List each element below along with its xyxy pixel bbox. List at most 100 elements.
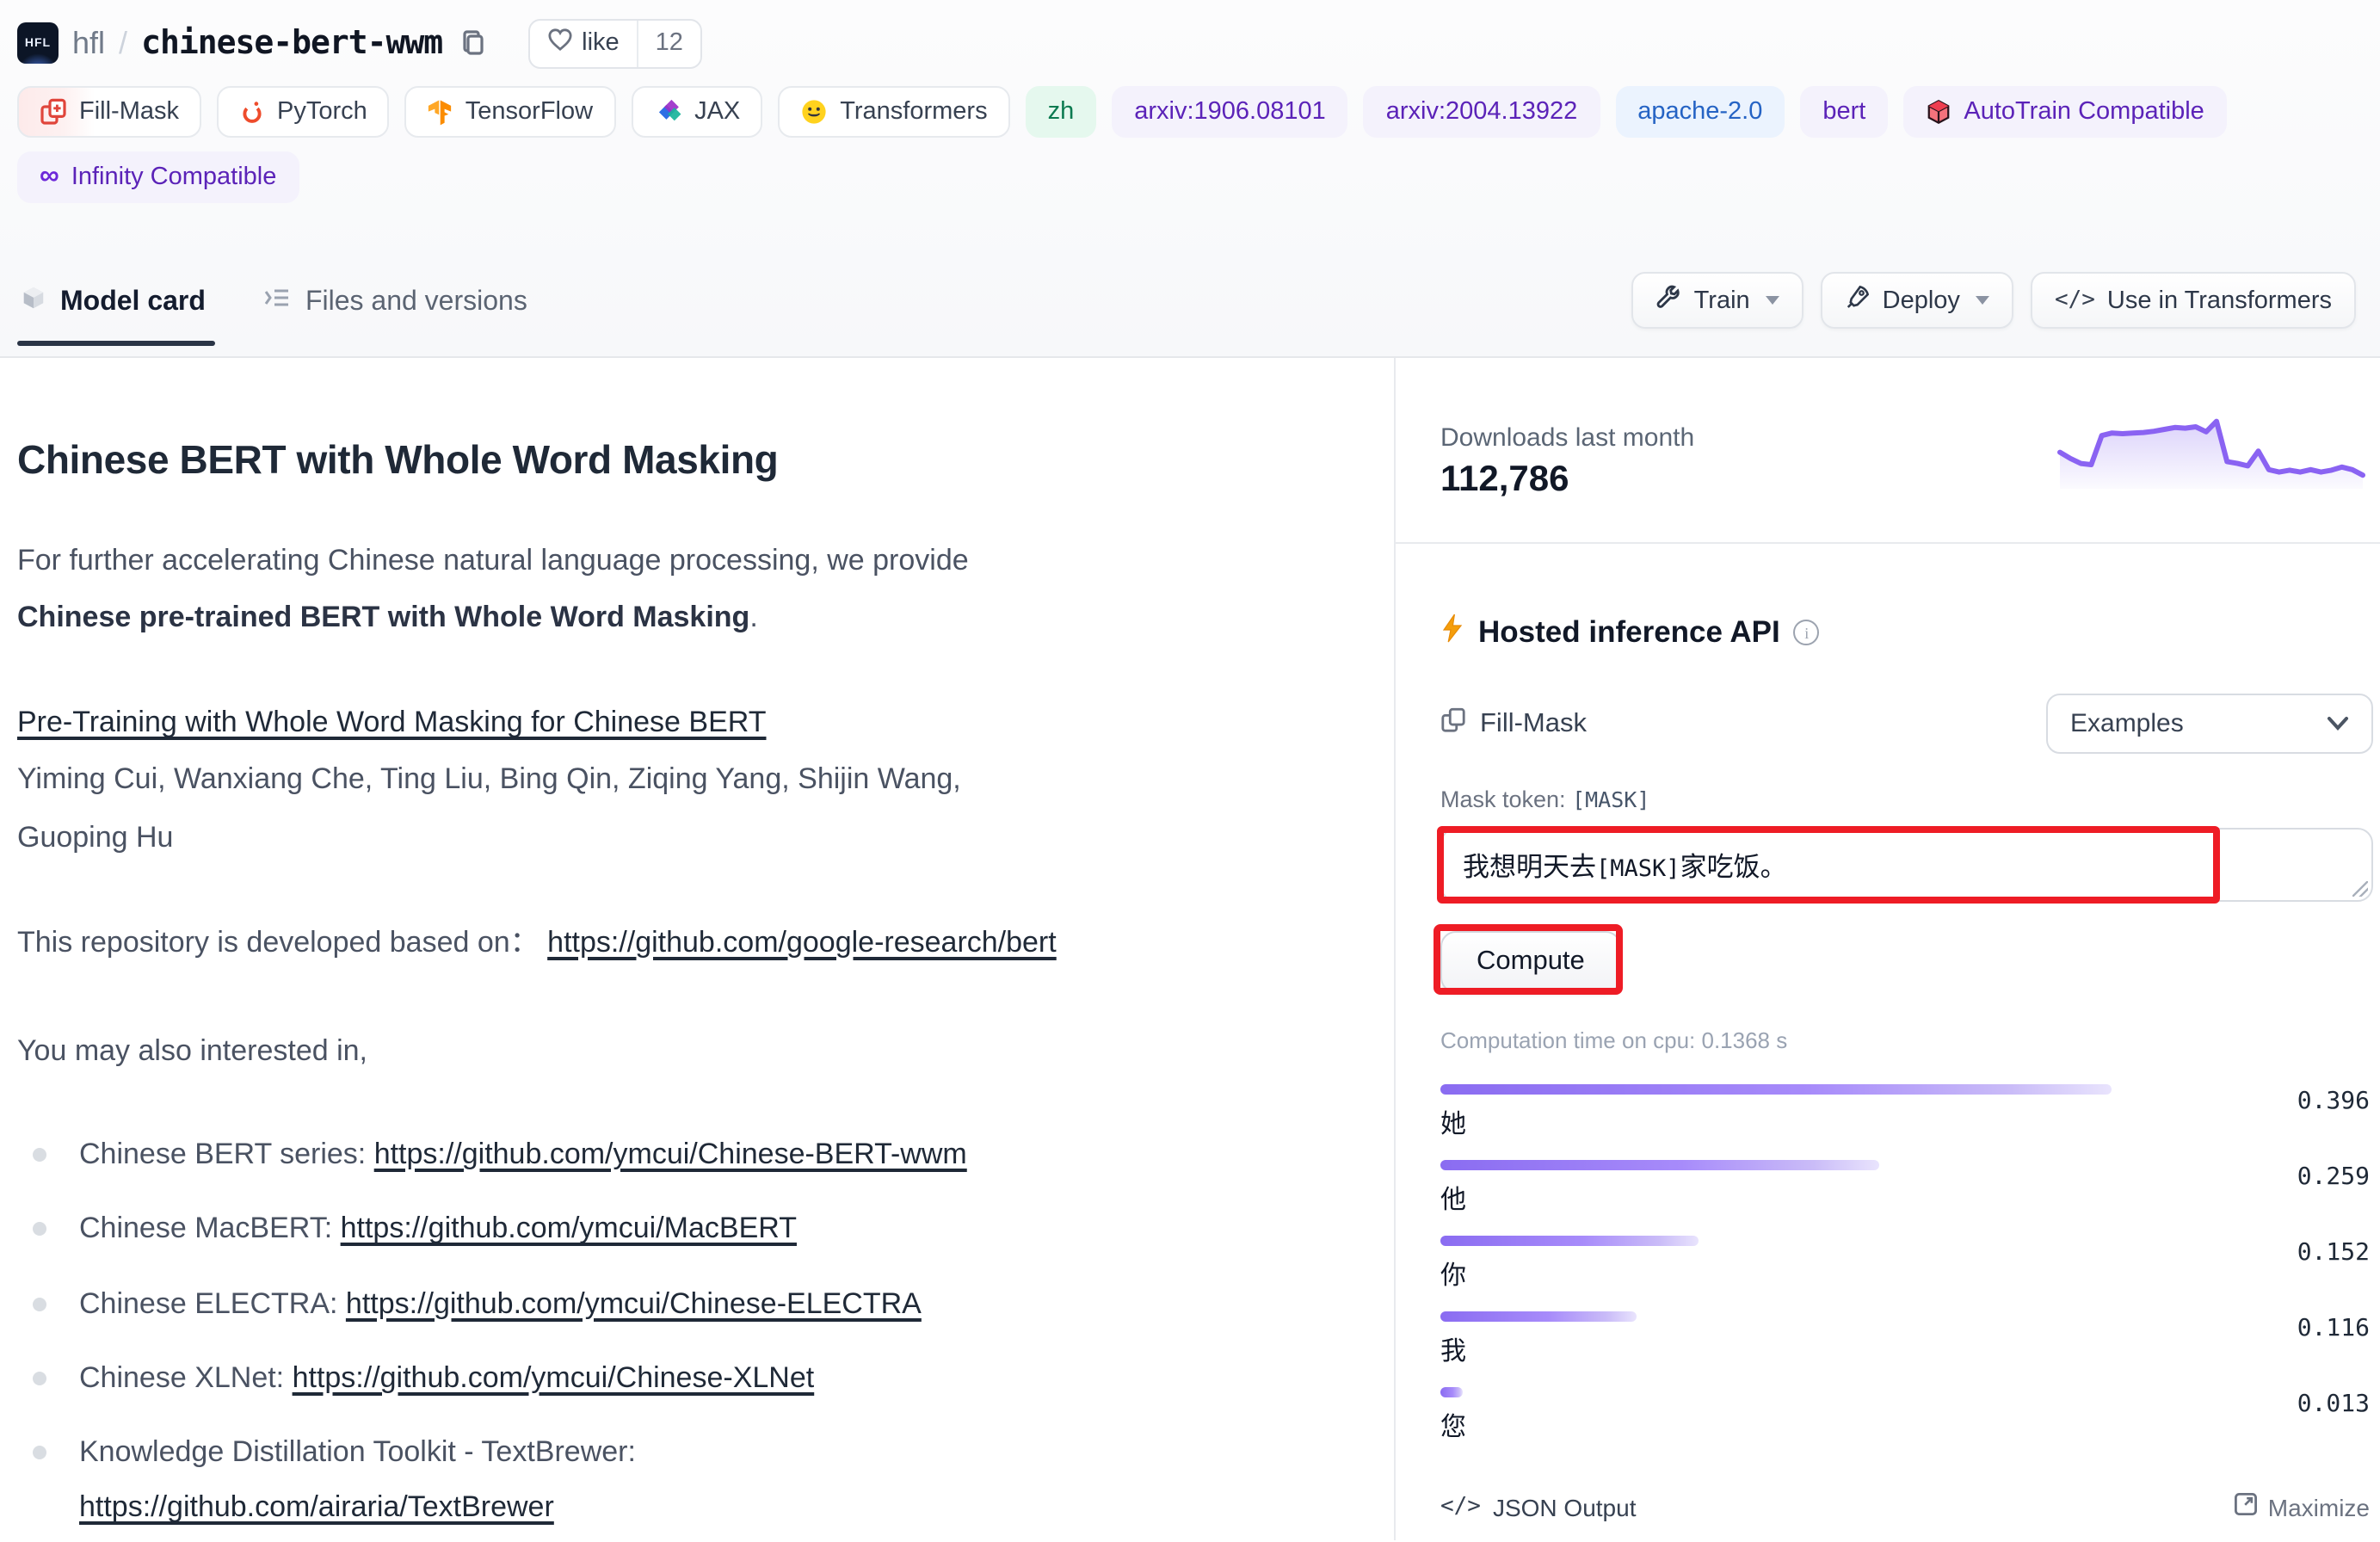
model-card-body: Chinese BERT with Whole Word Masking For…: [0, 358, 1394, 1540]
tag-bert[interactable]: bert: [1800, 86, 1888, 138]
tab-files-and-versions[interactable]: Files and versions: [264, 284, 527, 344]
macbert-link[interactable]: https://github.com/ymcui/MacBERT: [341, 1212, 797, 1245]
result-token: 您: [1440, 1408, 1466, 1444]
transformers-icon: [800, 98, 828, 126]
result-row: 0.116 我: [1440, 1306, 2373, 1382]
info-icon[interactable]: i: [1794, 620, 1820, 645]
json-output-toggle[interactable]: </> JSON Output: [1440, 1493, 1637, 1520]
paper-link[interactable]: Pre-Training with Whole Word Masking for…: [17, 706, 767, 739]
electra-link[interactable]: https://github.com/ymcui/Chinese-ELECTRA: [346, 1286, 922, 1319]
task-label: Fill-Mask: [1480, 708, 1587, 739]
maximize-icon: [2234, 1492, 2258, 1521]
like-button[interactable]: like 12: [528, 18, 702, 68]
compute-button[interactable]: Compute: [1440, 931, 1621, 993]
files-list-icon: [264, 284, 292, 320]
result-bar-fill: [1440, 1084, 2112, 1095]
infinity-icon: ∞: [40, 163, 59, 191]
result-bar-fill: [1440, 1387, 1463, 1397]
chevron-down-icon: [1976, 296, 1989, 305]
doc-repo: This repository is developed based on： h…: [17, 913, 1057, 970]
fill-mask-icon: [40, 98, 67, 126]
jax-icon: [653, 98, 682, 126]
tag-jax[interactable]: JAX: [631, 86, 762, 138]
deploy-button[interactable]: Deploy: [1821, 272, 2013, 329]
doc-also-intro: You may also interested in,: [17, 1022, 1057, 1079]
repo-link[interactable]: https://github.com/google-research/bert: [547, 925, 1057, 958]
textbrewer-link[interactable]: https://github.com/airaria/TextBrewer: [79, 1491, 554, 1524]
inference-input-wrap: 我想明天去[MASK]家吃饭。: [1440, 828, 2373, 902]
doc-authors: Yiming Cui, Wanxiang Che, Ting Liu, Bing…: [17, 763, 961, 853]
result-row: 0.396 她: [1440, 1079, 2373, 1155]
result-bar-fill: [1440, 1236, 1699, 1246]
xlnet-link[interactable]: https://github.com/ymcui/Chinese-XLNet: [293, 1361, 815, 1394]
code-icon: </>: [2055, 287, 2095, 313]
doc-paper-authors: Pre-Training with Whole Word Masking for…: [17, 694, 1057, 866]
tag-zh[interactable]: zh: [1026, 86, 1097, 138]
tab-model-card[interactable]: Model card: [21, 284, 206, 344]
side-panel: Downloads last month 112,786: [1394, 358, 2380, 1540]
downloads-label: Downloads last month: [1440, 423, 1694, 453]
train-button[interactable]: Train: [1632, 272, 1803, 329]
rocket-icon: [1845, 284, 1871, 317]
tag-arxiv-2004[interactable]: arxiv:2004.13922: [1364, 86, 1600, 138]
tag-fill-mask[interactable]: Fill-Mask: [17, 86, 201, 138]
tag-pytorch[interactable]: PyTorch: [217, 86, 390, 138]
tensorflow-icon: [428, 98, 453, 126]
lightning-icon: [1440, 613, 1464, 652]
tag-license-apache[interactable]: apache-2.0: [1615, 86, 1785, 138]
pytorch-icon: [239, 98, 265, 126]
tag-transformers[interactable]: Transformers: [778, 86, 1009, 138]
tag-rows: Fill-Mask PyTorch TensorFlow: [17, 86, 2380, 203]
compute-wrap: Compute: [1440, 931, 1621, 993]
result-row: 0.152 你: [1440, 1231, 2373, 1306]
result-bar-fill: [1440, 1311, 1637, 1322]
list-item: Chinese BERT series: https://github.com/…: [17, 1127, 1057, 1183]
tag-infinity-compatible[interactable]: ∞ Infinity Compatible: [17, 151, 299, 203]
results-list: 0.396 她 0.259 他 0.152 你: [1440, 1079, 2373, 1458]
downloads-value: 112,786: [1440, 460, 1694, 501]
result-score: 0.259: [2297, 1163, 2370, 1191]
model-header: HFL hfl / chinese-bert-wwm like 12: [17, 14, 2380, 72]
chevron-down-icon: [2327, 709, 2349, 738]
result-token: 我: [1440, 1332, 1466, 1368]
result-row: 0.259 他: [1440, 1155, 2373, 1231]
copy-icon[interactable]: [459, 29, 487, 57]
examples-dropdown[interactable]: Examples: [2046, 694, 2373, 754]
inference-input[interactable]: 我想明天去[MASK]家吃饭。: [1440, 828, 2373, 902]
use-in-transformers-button[interactable]: </> Use in Transformers: [2031, 272, 2356, 329]
tag-autotrain-compatible[interactable]: AutoTrain Compatible: [1903, 86, 2226, 138]
mask-task-icon: [1440, 706, 1466, 741]
list-item: Chinese ELECTRA: https://github.com/ymcu…: [17, 1276, 1057, 1332]
like-label: like: [582, 29, 620, 57]
result-row: 0.013 您: [1440, 1382, 2373, 1458]
result-score: 0.152: [2297, 1239, 2370, 1267]
downloads-block: Downloads last month 112,786: [1396, 358, 2380, 544]
model-name: chinese-bert-wwm: [141, 24, 442, 62]
chevron-down-icon: [1766, 296, 1779, 305]
result-score: 0.013: [2297, 1391, 2370, 1418]
content: Chinese BERT with Whole Word Masking For…: [0, 358, 2380, 1540]
wrench-icon: [1656, 284, 1682, 317]
like-count[interactable]: 12: [637, 20, 700, 66]
tabs-row: Model card Files and versions Train: [17, 255, 2380, 344]
list-item: Chinese MacBERT: https://github.com/ymcu…: [17, 1202, 1057, 1258]
tag-arxiv-1906[interactable]: arxiv:1906.08101: [1112, 86, 1348, 138]
path-separator: /: [119, 25, 127, 61]
result-score: 0.116: [2297, 1315, 2370, 1342]
org-avatar[interactable]: HFL: [17, 22, 59, 64]
result-token: 他: [1440, 1181, 1466, 1217]
heart-icon: [547, 28, 573, 59]
result-token: 你: [1440, 1256, 1466, 1292]
doc-intro: For further accelerating Chinese natural…: [17, 532, 1057, 646]
resize-handle[interactable]: [2352, 881, 2368, 897]
owner-link[interactable]: hfl: [72, 25, 105, 61]
result-bar-fill: [1440, 1160, 1879, 1170]
maximize-button[interactable]: Maximize: [2234, 1492, 2370, 1521]
cube-icon: [21, 284, 46, 320]
tag-tensorflow[interactable]: TensorFlow: [405, 86, 615, 138]
list-item: Knowledge Distillation Toolkit - TextBre…: [17, 1425, 1057, 1536]
doc-title: Chinese BERT with Whole Word Masking: [17, 437, 1057, 484]
inference-title: Hosted inference API: [1478, 614, 1780, 651]
autotrain-icon: [1926, 98, 1951, 126]
chinese-bert-wwm-link[interactable]: https://github.com/ymcui/Chinese-BERT-ww…: [374, 1138, 967, 1170]
